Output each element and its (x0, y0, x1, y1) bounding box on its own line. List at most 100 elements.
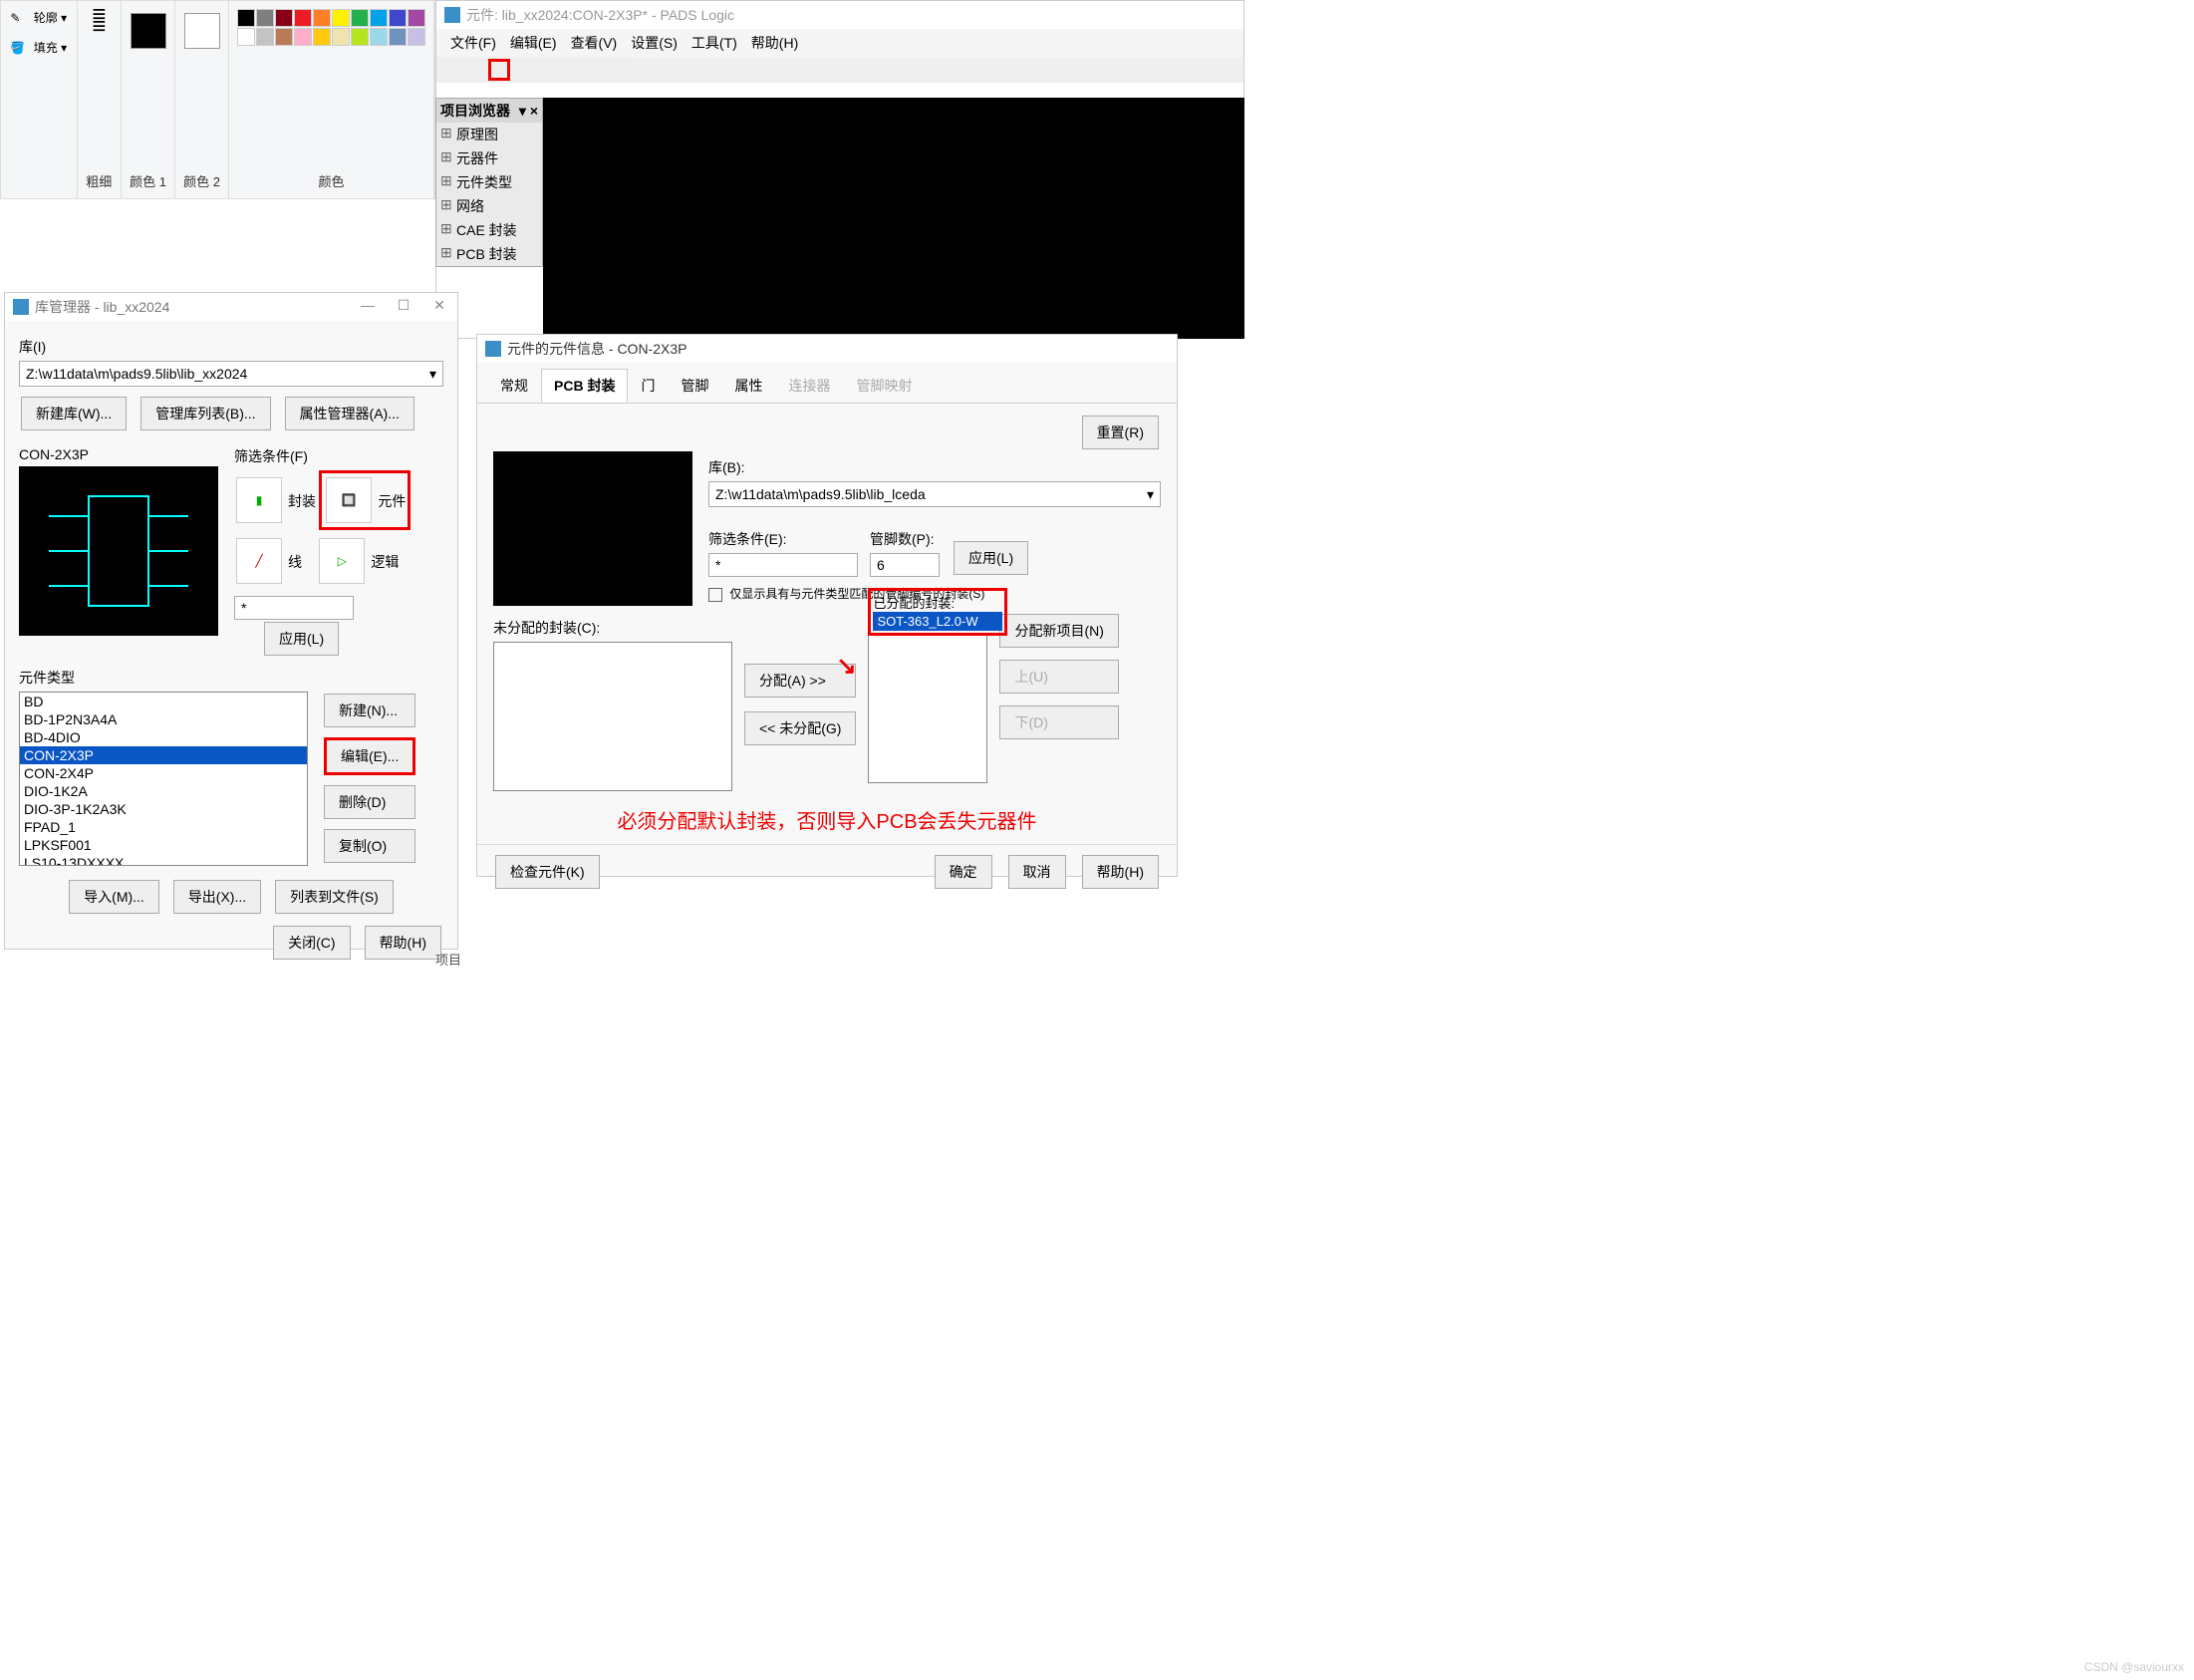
color2-swatch[interactable] (184, 13, 220, 49)
color-swatch[interactable] (275, 28, 293, 46)
color-palette[interactable] (237, 9, 425, 46)
tab-general[interactable]: 常规 (487, 369, 541, 403)
color-swatch[interactable] (351, 28, 369, 46)
move-down-button[interactable]: 下(D) (999, 705, 1118, 739)
close-dialog-button[interactable]: 关闭(C) (273, 926, 350, 960)
manage-list-button[interactable]: 管理库列表(B)... (140, 397, 270, 430)
attr-mgr-button[interactable]: 属性管理器(A)... (285, 397, 414, 430)
fill-tool[interactable]: 🪣 填充 ▾ (10, 39, 67, 61)
color-swatch[interactable] (256, 9, 274, 27)
tb-btn-1[interactable] (440, 59, 462, 81)
help-button[interactable]: 帮助(H) (365, 926, 441, 960)
list-item[interactable]: CON-2X3P (20, 746, 307, 764)
pads-menubar[interactable]: 文件(F)编辑(E)查看(V)设置(S)工具(T)帮助(H) (436, 29, 1243, 57)
close-button[interactable]: ✕ (425, 297, 453, 315)
color-swatch[interactable] (237, 9, 255, 27)
show-only-checkbox[interactable] (708, 588, 722, 602)
assign-new-button[interactable]: 分配新项目(N) (999, 614, 1118, 648)
move-up-button[interactable]: 上(U) (999, 660, 1118, 694)
tb-btn-7[interactable] (608, 59, 630, 81)
tab-attr[interactable]: 属性 (721, 369, 775, 403)
check-part-button[interactable]: 检查元件(K) (495, 855, 600, 889)
list-to-file-button[interactable]: 列表到文件(S) (275, 880, 394, 914)
color-swatch[interactable] (294, 9, 312, 27)
color-swatch[interactable] (332, 9, 350, 27)
thickness-icon[interactable]: ≡≡ (92, 9, 106, 33)
list-item[interactable]: FPAD_1 (20, 818, 307, 836)
tb-btn-3[interactable] (512, 59, 534, 81)
color-swatch[interactable] (332, 28, 350, 46)
menu-item[interactable]: 编辑(E) (504, 31, 563, 55)
import-button[interactable]: 导入(M)... (69, 880, 159, 914)
color-swatch[interactable] (351, 9, 369, 27)
export-button[interactable]: 导出(X)... (173, 880, 261, 914)
tree-item[interactable]: 元件类型 (436, 170, 542, 194)
color-swatch[interactable] (275, 9, 293, 27)
pi-lib-dropdown[interactable]: Z:\w11data\m\pads9.5lib\lib_lceda (708, 481, 1161, 507)
menu-item[interactable]: 设置(S) (625, 31, 684, 55)
list-item[interactable]: LPKSF001 (20, 836, 307, 854)
tb-btn-5[interactable] (560, 59, 582, 81)
delete-part-button[interactable]: 删除(D) (324, 785, 415, 819)
tb-btn-6[interactable] (584, 59, 606, 81)
tb-btn-4[interactable] (536, 59, 558, 81)
new-part-button[interactable]: 新建(N)... (324, 694, 415, 727)
filter-part-button[interactable]: 🔲 (326, 477, 372, 523)
list-item[interactable]: BD-1P2N3A4A (20, 710, 307, 728)
pads-toolbar[interactable] (436, 57, 1243, 83)
copy-part-button[interactable]: 复制(O) (324, 829, 415, 863)
tree-item[interactable]: 网络 (436, 194, 542, 218)
color-swatch[interactable] (408, 28, 425, 46)
filter-text-input[interactable] (234, 596, 354, 620)
list-item[interactable]: DIO-3P-1K2A3K (20, 800, 307, 818)
list-item[interactable]: LS10-13DXXXX (20, 854, 307, 866)
menu-item[interactable]: 文件(F) (444, 31, 502, 55)
unassigned-listbox[interactable] (493, 642, 732, 791)
tree-item[interactable]: 元器件 (436, 146, 542, 170)
list-item[interactable]: DIO-1K2A (20, 782, 307, 800)
menu-item[interactable]: 查看(V) (565, 31, 624, 55)
color-swatch[interactable] (313, 28, 331, 46)
list-item[interactable]: CON-2X4P (20, 764, 307, 782)
color1-swatch[interactable] (131, 13, 166, 49)
maximize-button[interactable]: ☐ (390, 297, 417, 315)
color-swatch[interactable] (389, 9, 407, 27)
color-swatch[interactable] (294, 28, 312, 46)
lib-path-dropdown[interactable]: Z:\w11data\m\pads9.5lib\lib_xx2024 (19, 361, 443, 387)
unassign-button[interactable]: << 未分配(G) (744, 711, 856, 745)
assigned-listbox[interactable] (868, 634, 987, 783)
tb-btn-highlighted[interactable] (488, 59, 510, 81)
tab-pcb-decal[interactable]: PCB 封装 (541, 369, 628, 403)
reset-button[interactable]: 重置(R) (1082, 416, 1159, 449)
tree-item[interactable]: CAE 封装 (436, 218, 542, 242)
tab-pin[interactable]: 管脚 (668, 369, 721, 403)
filter-decal-button[interactable]: ▮ (236, 477, 282, 523)
list-item[interactable]: BD (20, 693, 307, 710)
list-item[interactable]: BD-4DIO (20, 728, 307, 746)
pi-help-button[interactable]: 帮助(H) (1082, 855, 1159, 889)
tree-item[interactable]: 原理图 (436, 123, 542, 146)
parts-listbox[interactable]: BDBD-1P2N3A4ABD-4DIOCON-2X3PCON-2X4PDIO-… (19, 692, 308, 866)
color-swatch[interactable] (408, 9, 425, 27)
outline-tool[interactable]: ✎ 轮廓 ▾ (10, 9, 67, 31)
ok-button[interactable]: 确定 (935, 855, 992, 889)
assigned-decal-item[interactable]: SOT-363_L2.0-W (873, 612, 1002, 631)
color-swatch[interactable] (370, 9, 388, 27)
pincount-input[interactable] (870, 553, 940, 577)
color-swatch[interactable] (370, 28, 388, 46)
schematic-canvas[interactable] (543, 98, 1244, 339)
filter-logic-button[interactable]: ▷ (319, 538, 365, 584)
color-swatch[interactable] (237, 28, 255, 46)
menu-item[interactable]: 工具(T) (686, 31, 743, 55)
edit-part-button[interactable]: 编辑(E)... (324, 737, 415, 775)
menu-item[interactable]: 帮助(H) (745, 31, 804, 55)
color-swatch[interactable] (313, 9, 331, 27)
tb-btn-2[interactable] (464, 59, 486, 81)
color-swatch[interactable] (256, 28, 274, 46)
filter-line-button[interactable]: ╱ (236, 538, 282, 584)
minimize-button[interactable]: — (354, 297, 382, 315)
tab-gate[interactable]: 门 (628, 369, 668, 403)
tree-item[interactable]: PCB 封装 (436, 242, 542, 266)
apply-filter-button[interactable]: 应用(L) (264, 622, 339, 656)
color-swatch[interactable] (389, 28, 407, 46)
